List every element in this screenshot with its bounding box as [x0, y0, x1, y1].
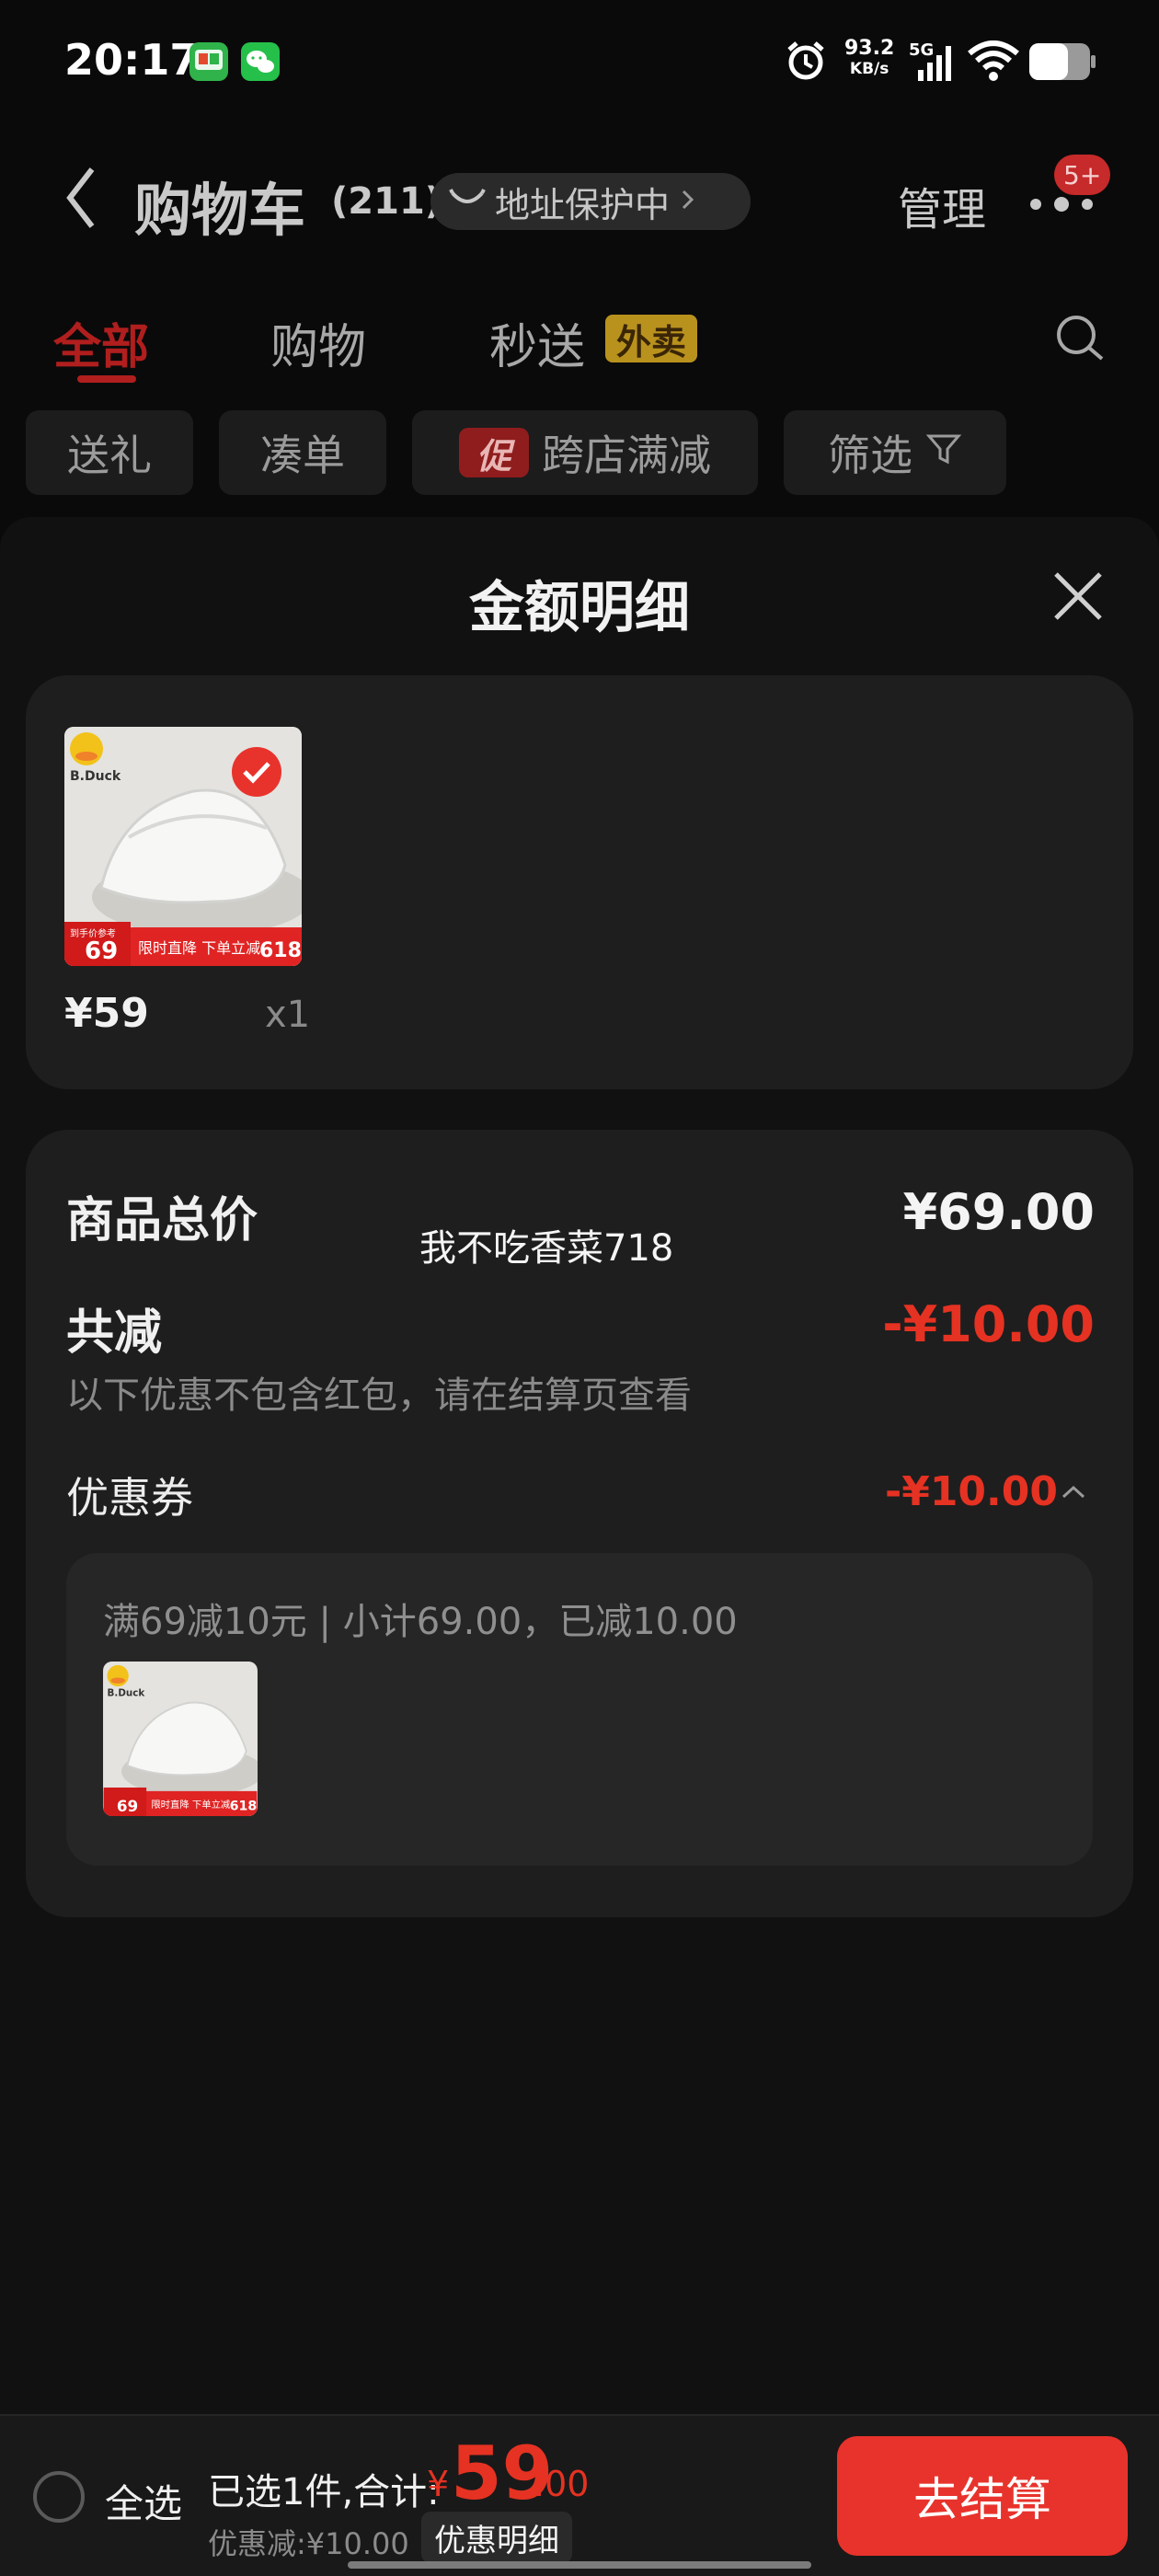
more-badge: 5+	[1054, 155, 1111, 195]
tab-all[interactable]: 全部	[53, 308, 149, 377]
search-icon[interactable]	[1054, 313, 1107, 370]
coupon-thumb-promo-text: 限时直降 下单立减	[151, 1799, 231, 1811]
thumb-promo-text: 限时直降 下单立减	[138, 939, 260, 957]
manage-button[interactable]: 管理	[898, 173, 986, 237]
reduce-label: 共减	[66, 1305, 163, 1361]
filter-cross-store[interactable]: 促 跨店满减	[412, 410, 758, 495]
discount-note: 以下优惠不包含红包，请在结算页查看	[66, 1374, 692, 1417]
total-label: 商品总价	[66, 1193, 258, 1248]
promo-tag: 促	[459, 428, 529, 477]
back-button[interactable]	[64, 166, 98, 234]
filter-screen-label: 筛选	[828, 431, 912, 480]
network-speed: 93.2 KB/s	[844, 39, 894, 79]
wifi-icon	[968, 40, 1019, 85]
smile-icon	[449, 181, 486, 222]
app-badge-icon	[189, 42, 228, 81]
filter-cross-store-label: 跨店满减	[542, 431, 711, 480]
funnel-icon	[925, 428, 962, 477]
select-all-label[interactable]: 全选	[105, 2473, 182, 2529]
net-speed-unit: KB/s	[849, 60, 889, 78]
selected-check-icon[interactable]	[230, 745, 283, 802]
watermark: 我不吃香菜718	[419, 1227, 674, 1270]
reduce-value: -¥10.00	[882, 1295, 1095, 1353]
coupon-thumb-promo-price: 69	[117, 1797, 138, 1815]
cart-count: (211)	[331, 180, 442, 223]
thumb-promo-small: 到手价参考	[70, 927, 116, 939]
battery-icon	[1028, 42, 1096, 85]
more-icon[interactable]	[1028, 193, 1096, 219]
tab-shopping[interactable]: 购物	[270, 308, 366, 377]
address-protection-button[interactable]: 地址保护中	[430, 173, 751, 230]
total-decimal: .00	[534, 2464, 590, 2504]
saved-amount: 优惠减:¥10.00	[208, 2526, 409, 2561]
discount-detail-button[interactable]: 优惠明细	[421, 2512, 572, 2563]
chevron-right-icon	[679, 181, 697, 222]
coupon-brand-logo-text: B.Duck	[108, 1687, 146, 1698]
signal-icon: 5G	[909, 39, 955, 86]
coupon-product-thumbnail: B.Duck 69 限时直降 下单立减 618	[103, 1662, 258, 1816]
close-icon[interactable]	[1050, 569, 1106, 627]
product-price: ¥59	[64, 990, 149, 1037]
brand-logo-text: B.Duck	[70, 769, 121, 784]
product-qty: x1	[265, 994, 311, 1036]
tab-all-underline	[77, 375, 136, 383]
net-speed-value: 93.2	[844, 37, 895, 60]
alarm-icon	[784, 39, 828, 86]
checkout-button[interactable]: 去结算	[837, 2436, 1128, 2556]
selected-summary: 已选1件,合计:	[208, 2471, 440, 2513]
filter-gift-label: 送礼	[67, 431, 152, 480]
select-all-radio[interactable]	[33, 2471, 85, 2523]
coupon-thumb-promo-618: 618	[230, 1800, 258, 1814]
status-bar: 20:17 93.2 KB/s 5G	[0, 0, 1159, 129]
coupon-description: 满69减10元 | 小计69.00，已减10.00	[103, 1601, 738, 1643]
coupon-label: 优惠券	[66, 1473, 193, 1523]
total-currency: ¥	[427, 2464, 450, 2504]
thumb-promo-618: 618	[259, 939, 302, 962]
filter-gift[interactable]: 送礼	[26, 410, 193, 495]
thumb-promo-price: 69	[85, 937, 118, 965]
page-title: 购物车	[134, 177, 306, 244]
filter-coudan-label: 凑单	[260, 431, 345, 480]
tab-miaosong[interactable]: 秒送	[489, 308, 585, 377]
chevron-up-icon[interactable]	[1060, 1483, 1087, 1505]
waimai-badge: 外卖	[605, 315, 698, 362]
wechat-icon	[241, 42, 280, 81]
home-indicator[interactable]	[348, 2561, 811, 2569]
network-type: 5G	[909, 40, 934, 60]
address-protection-label: 地址保护中	[495, 184, 671, 225]
filter-coudan[interactable]: 凑单	[219, 410, 386, 495]
coupon-value[interactable]: -¥10.00	[885, 1468, 1058, 1515]
filter-screen[interactable]: 筛选	[784, 410, 1006, 495]
sheet-title: 金额明细	[469, 576, 690, 640]
status-time: 20:17	[64, 35, 200, 85]
total-value: ¥69.00	[902, 1183, 1095, 1241]
